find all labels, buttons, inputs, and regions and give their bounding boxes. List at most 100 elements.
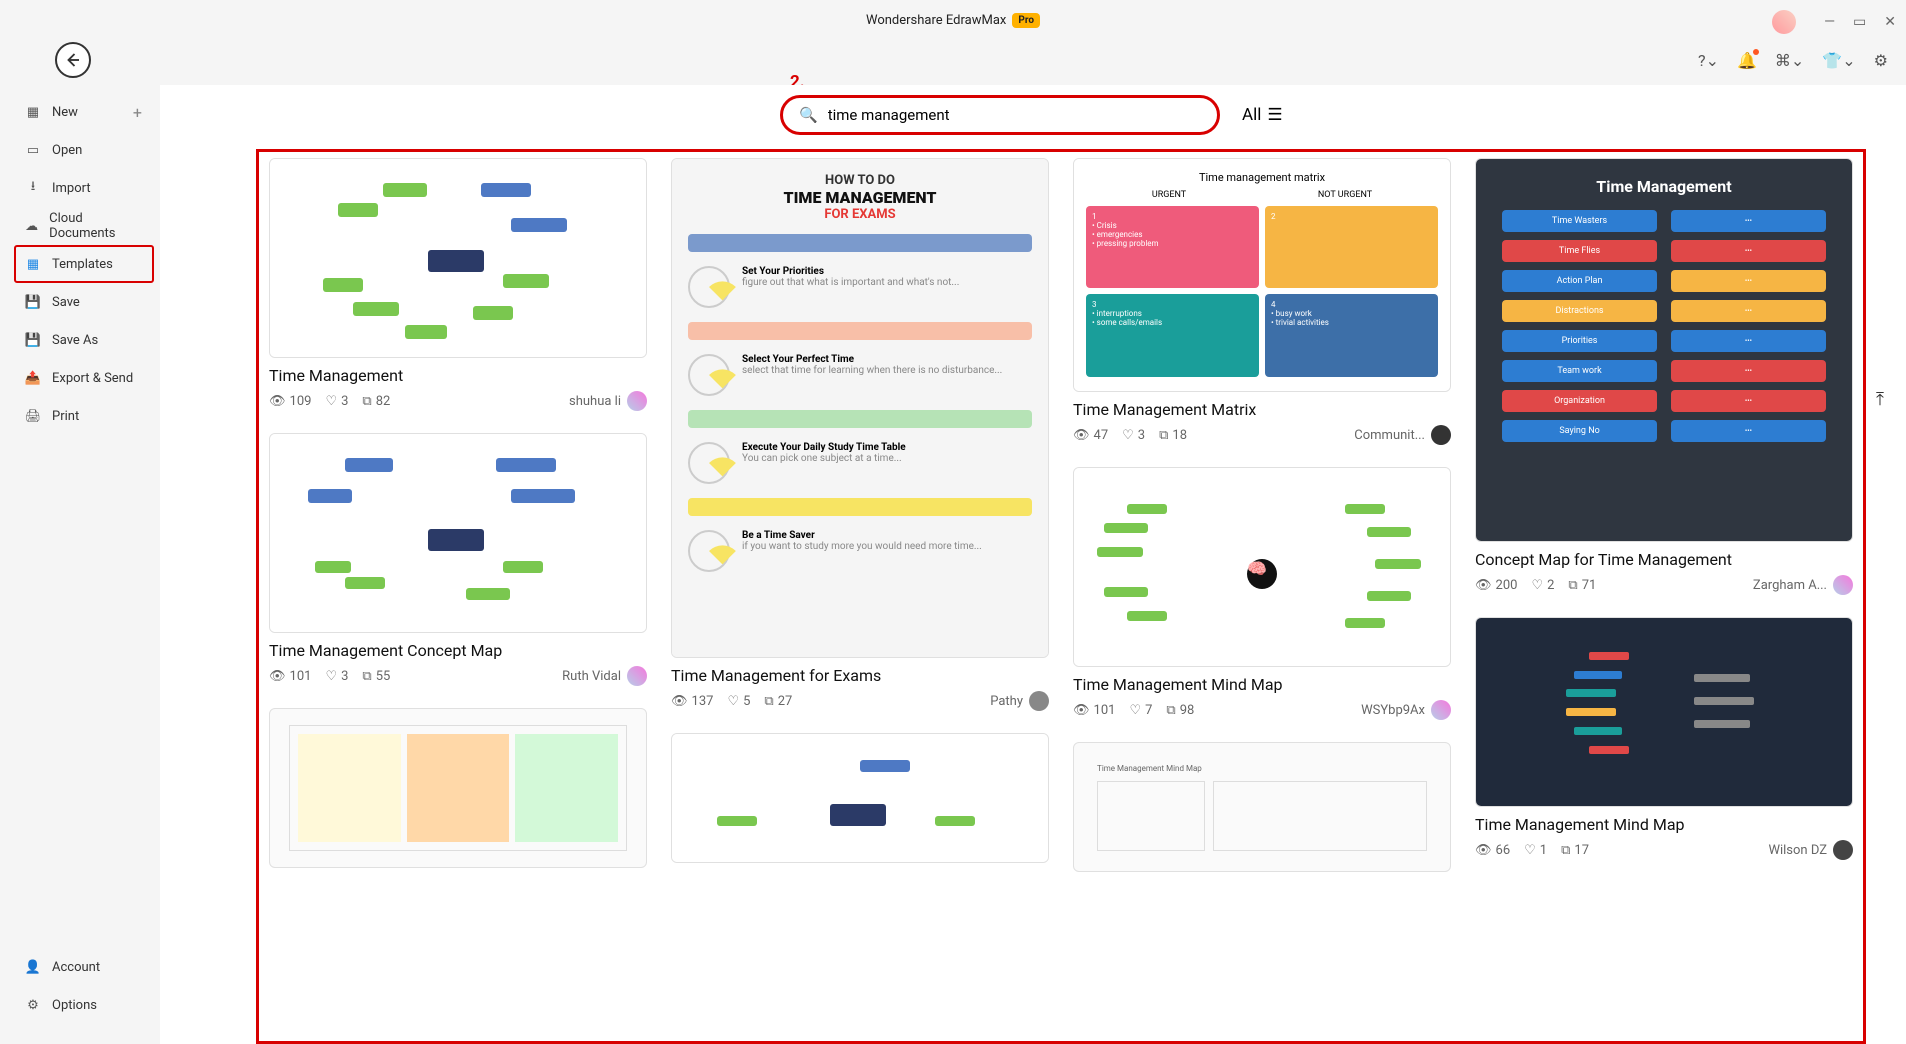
results-grid: Time Management 👁 109 ♡ 3 ⧉ 82 shuhua li bbox=[256, 149, 1866, 1044]
author-name: Ruth Vidal bbox=[562, 669, 621, 684]
sidebar-item-saveas[interactable]: 💾 Save As bbox=[0, 321, 160, 359]
sidebar-item-import[interactable]: ⭳ Import bbox=[0, 169, 160, 207]
author-avatar bbox=[1029, 691, 1049, 711]
template-card[interactable]: Time Management Time Wasters••• Time Fli… bbox=[1475, 158, 1853, 595]
sidebar-item-options[interactable]: ⚙ Options bbox=[0, 986, 160, 1024]
copies-count: ⧉ 17 bbox=[1561, 843, 1589, 858]
template-card[interactable]: HOW TO DOTIME MANAGEMENTFOR EXAMS Set Yo… bbox=[671, 158, 1049, 711]
copies-count: ⧉ 55 bbox=[362, 669, 390, 684]
template-card[interactable]: Time management matrix URGENTNOT URGENT … bbox=[1073, 158, 1451, 445]
export-icon: 📤 bbox=[24, 369, 42, 387]
sidebar-item-new[interactable]: ▦ New + bbox=[0, 93, 160, 131]
card-title: Time Management Concept Map bbox=[269, 641, 647, 660]
sidebar-item-cloud[interactable]: ☁ Cloud Documents bbox=[0, 207, 160, 245]
likes-count: ♡ 3 bbox=[325, 669, 348, 684]
save-icon: 💾 bbox=[24, 293, 42, 311]
author-name: Communit... bbox=[1354, 428, 1425, 443]
template-card[interactable] bbox=[269, 708, 647, 868]
settings-icon[interactable]: ⚙ bbox=[1874, 51, 1888, 70]
views-count: 👁 200 bbox=[1475, 578, 1517, 593]
pro-badge: Pro bbox=[1012, 13, 1040, 28]
sidebar-item-save[interactable]: 💾 Save bbox=[0, 283, 160, 321]
author-avatar bbox=[627, 666, 647, 686]
author-avatar bbox=[1431, 700, 1451, 720]
close-button[interactable]: ✕ bbox=[1884, 14, 1896, 30]
user-avatar[interactable] bbox=[1772, 10, 1796, 34]
shirt-icon[interactable]: 👕⌄ bbox=[1822, 51, 1855, 70]
filter-all[interactable]: All ☰ bbox=[1242, 105, 1283, 125]
new-icon: ▦ bbox=[24, 103, 42, 121]
sidebar-item-account[interactable]: 👤 Account bbox=[0, 948, 160, 986]
search-input[interactable] bbox=[828, 106, 1201, 124]
sidebar-item-label: Account bbox=[52, 960, 100, 975]
card-title: Time Management Matrix bbox=[1073, 400, 1451, 419]
author-avatar bbox=[1431, 425, 1451, 445]
template-card[interactable]: Time Management 👁 109 ♡ 3 ⧉ 82 shuhua li bbox=[269, 158, 647, 411]
card-title: Time Management for Exams bbox=[671, 666, 1049, 685]
main-content: 🔍 All ☰ ⤒ bbox=[160, 85, 1906, 1044]
search-bar[interactable]: 🔍 bbox=[780, 95, 1220, 135]
author-avatar bbox=[627, 391, 647, 411]
likes-count: ♡ 3 bbox=[1122, 428, 1145, 443]
sidebar-item-label: Print bbox=[52, 409, 79, 424]
copies-count: ⧉ 71 bbox=[1568, 578, 1596, 593]
sidebar-item-export[interactable]: 📤 Export & Send bbox=[0, 359, 160, 397]
sidebar-item-label: Options bbox=[52, 998, 97, 1013]
likes-count: ♡ 7 bbox=[1129, 703, 1152, 718]
menu-icon: ☰ bbox=[1267, 105, 1282, 125]
arrow-left-icon bbox=[64, 51, 82, 69]
sidebar-item-templates[interactable]: ▦ Templates bbox=[14, 245, 154, 283]
views-count: 👁 47 bbox=[1073, 428, 1108, 443]
views-count: 👁 137 bbox=[671, 694, 713, 709]
template-card[interactable] bbox=[671, 733, 1049, 863]
sidebar-item-print[interactable]: 🖨 Print bbox=[0, 397, 160, 435]
author-name: WSYbp9Ax bbox=[1361, 703, 1425, 718]
notification-icon[interactable]: 🔔 bbox=[1737, 51, 1757, 70]
saveas-icon: 💾 bbox=[24, 331, 42, 349]
search-icon: 🔍 bbox=[799, 106, 818, 124]
views-count: 👁 101 bbox=[1073, 703, 1115, 718]
likes-count: ♡ 1 bbox=[1524, 843, 1547, 858]
templates-icon: ▦ bbox=[24, 255, 42, 273]
keyboard-icon[interactable]: ⌘⌄ bbox=[1775, 51, 1804, 70]
sidebar-item-label: Import bbox=[52, 181, 91, 196]
help-icon[interactable]: ?⌄ bbox=[1698, 51, 1719, 70]
template-card[interactable]: 🧠 Time Management Mind Map bbox=[1073, 467, 1451, 720]
views-count: 👁 109 bbox=[269, 394, 311, 409]
template-card[interactable]: Time Management Concept Map 👁 101 ♡ 3 ⧉ … bbox=[269, 433, 647, 686]
template-card[interactable]: Time Management Mind Map bbox=[1073, 742, 1451, 872]
scroll-top-button[interactable]: ⤒ bbox=[1866, 385, 1894, 413]
minimize-button[interactable]: — bbox=[1824, 14, 1835, 30]
card-title: Time Management Mind Map bbox=[1475, 815, 1853, 834]
sidebar-item-label: New bbox=[52, 105, 78, 120]
sidebar-item-label: Save bbox=[52, 295, 80, 310]
account-icon: 👤 bbox=[24, 958, 42, 976]
sidebar-item-label: Export & Send bbox=[52, 371, 133, 386]
plus-icon[interactable]: + bbox=[133, 103, 142, 122]
author-name: Pathy bbox=[990, 694, 1023, 709]
app-title: Wondershare EdrawMax bbox=[866, 13, 1006, 28]
card-title: Time Management Mind Map bbox=[1073, 675, 1451, 694]
author-avatar bbox=[1833, 575, 1853, 595]
gear-icon: ⚙ bbox=[24, 996, 42, 1014]
back-button[interactable] bbox=[55, 42, 91, 78]
maximize-button[interactable]: ▭ bbox=[1853, 14, 1866, 30]
author-avatar bbox=[1833, 840, 1853, 860]
filter-label: All bbox=[1242, 105, 1261, 125]
copies-count: ⧉ 27 bbox=[764, 694, 792, 709]
copies-count: ⧉ 82 bbox=[362, 394, 390, 409]
sidebar-item-open[interactable]: ▭ Open bbox=[0, 131, 160, 169]
cloud-icon: ☁ bbox=[24, 217, 39, 235]
views-count: 👁 101 bbox=[269, 669, 311, 684]
template-card[interactable]: Time Management Mind Map 👁 66 ♡ 1 ⧉ 17 W… bbox=[1475, 617, 1853, 860]
sidebar-item-label: Cloud Documents bbox=[49, 211, 136, 241]
author-name: shuhua li bbox=[569, 394, 621, 409]
sidebar-item-label: Save As bbox=[52, 333, 98, 348]
likes-count: ♡ 2 bbox=[1531, 578, 1554, 593]
card-title: Time Management bbox=[269, 366, 647, 385]
copies-count: ⧉ 18 bbox=[1159, 428, 1187, 443]
title-bar: Wondershare EdrawMax Pro — ▭ ✕ bbox=[0, 0, 1906, 40]
likes-count: ♡ 5 bbox=[727, 694, 750, 709]
sidebar: ▦ New + ▭ Open ⭳ Import ☁ Cloud Document… bbox=[0, 85, 160, 1044]
sidebar-item-label: Open bbox=[52, 143, 82, 158]
